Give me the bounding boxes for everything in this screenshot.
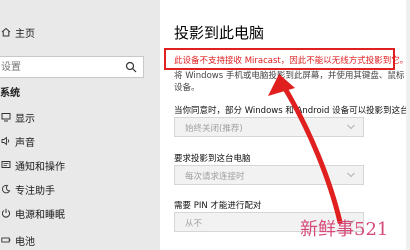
description-line-1: 将 Windows 手机或电脑投影到此屏幕，并使用其键盘、鼠标和其他设备。 xyxy=(174,71,404,81)
sidebar-item-battery[interactable]: 电池 xyxy=(0,230,160,250)
sidebar-item-label: 显示 xyxy=(15,113,35,125)
search-icon[interactable] xyxy=(125,61,137,73)
notifications-icon xyxy=(1,160,11,170)
chevron-down-icon xyxy=(347,124,355,130)
warning-highlight-box: 此设备不支持接收 Miracast，因此不能以无线方式投影到它。 xyxy=(164,48,408,70)
battery-icon xyxy=(1,235,11,245)
sidebar-item-label: 声音 xyxy=(15,137,35,149)
watermark-text: 新鲜事521 xyxy=(300,219,389,240)
setting-label-require-pin: 需要 PIN 才能进行配对 xyxy=(174,201,262,211)
home-icon xyxy=(1,27,11,37)
description-line-2: 设备。 xyxy=(174,83,200,93)
setting-label-availability: 当你同意时，部分 Windows 和 Android 设备可以投影到这台电脑 xyxy=(174,106,410,116)
settings-sidebar: 主页 系统 显示 声音 通知和操作 专注助手 xyxy=(0,0,160,250)
page-title: 投影到此电脑 xyxy=(174,24,265,42)
power-icon xyxy=(1,208,11,218)
sidebar-item-focus-assist[interactable]: 专注助手 xyxy=(0,179,160,199)
focus-assist-icon xyxy=(1,184,11,194)
chevron-down-icon xyxy=(347,172,355,178)
sidebar-item-sound[interactable]: 声音 xyxy=(0,131,160,151)
sidebar-item-notifications[interactable]: 通知和操作 xyxy=(0,155,160,175)
sidebar-item-label: 电池 xyxy=(15,236,35,248)
description: 将 Windows 手机或电脑投影到此屏幕，并使用其键盘、鼠标和其他设备。 设备… xyxy=(174,70,404,94)
sound-icon xyxy=(1,136,11,146)
scrollbar[interactable] xyxy=(406,0,410,250)
sidebar-item-label: 通知和操作 xyxy=(15,161,65,173)
dropdown-value: 始终关闭(推荐) xyxy=(185,124,243,134)
settings-search-input[interactable] xyxy=(0,57,121,77)
miracast-warning: 此设备不支持接收 Miracast，因此不能以无线方式投影到它。 xyxy=(174,56,409,66)
sidebar-item-label: 电源和睡眠 xyxy=(15,209,65,221)
sidebar-item-home[interactable]: 主页 xyxy=(0,22,160,42)
sidebar-item-power-sleep[interactable]: 电源和睡眠 xyxy=(0,203,160,223)
settings-search-box[interactable] xyxy=(0,56,144,78)
dropdown-value: 从不 xyxy=(185,219,203,229)
availability-dropdown[interactable]: 始终关闭(推荐) xyxy=(174,117,364,137)
sidebar-home-label: 主页 xyxy=(15,28,35,40)
sidebar-item-label: 专注助手 xyxy=(15,185,55,197)
sidebar-item-display[interactable]: 显示 xyxy=(0,107,160,127)
section-title-system: 系统 xyxy=(0,88,20,99)
dropdown-value: 每次请求连接时 xyxy=(185,172,245,182)
main-content: 投影到此电脑 此设备不支持接收 Miracast，因此不能以无线方式投影到它。 … xyxy=(160,0,410,250)
ask-to-project-dropdown[interactable]: 每次请求连接时 xyxy=(174,165,364,185)
display-icon xyxy=(1,112,11,122)
setting-label-ask-to-project: 要求投影到这台电脑 xyxy=(174,154,251,164)
